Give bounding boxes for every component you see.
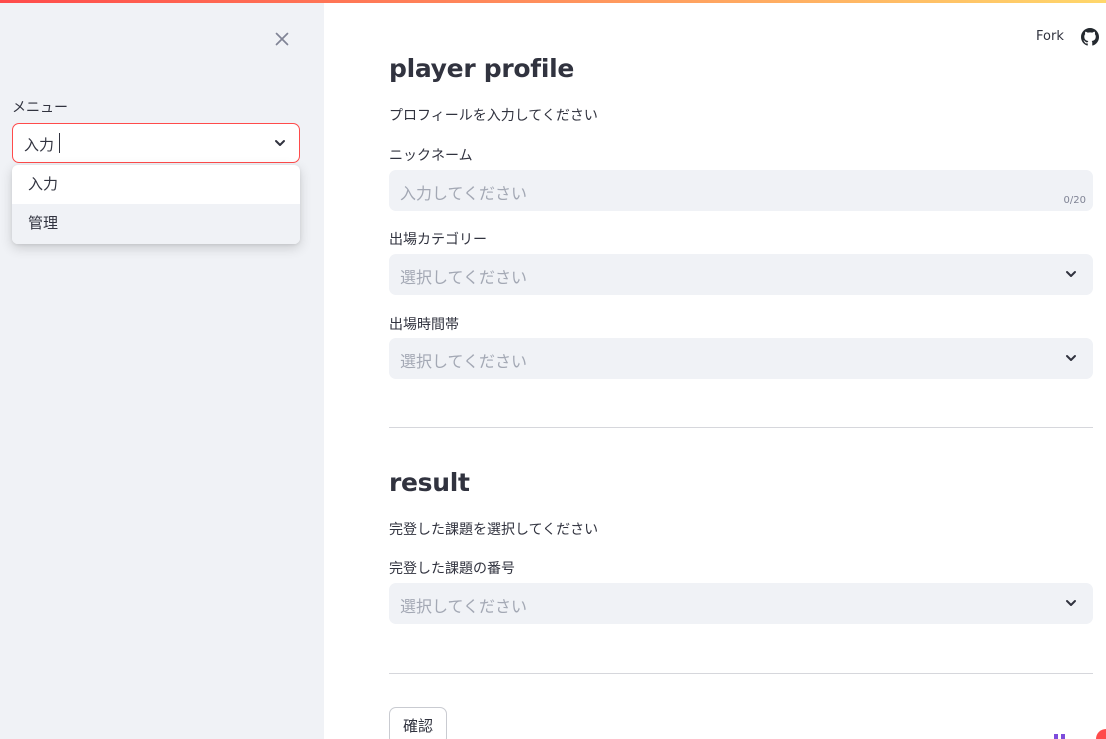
timeslot-placeholder: 選択してください [400, 352, 528, 371]
chevron-down-icon [1066, 600, 1076, 606]
problem-number-placeholder: 選択してください [400, 597, 528, 616]
dropdown-option-input[interactable]: 入力 [12, 165, 300, 205]
nickname-char-counter: 0/20 [1063, 195, 1086, 206]
result-subtitle: 完登した課題を選択してください [389, 522, 599, 538]
category-label: 出場カテゴリー [389, 232, 487, 248]
close-sidebar-button[interactable] [270, 27, 294, 51]
app-status-badge [1096, 729, 1106, 739]
menu-label: メニュー [12, 100, 68, 116]
menu-select-value[interactable]: 入力 [24, 134, 54, 155]
confirm-button[interactable]: 確認 [389, 707, 447, 739]
problem-number-select[interactable]: 選択してください [389, 583, 1093, 624]
section-divider [389, 673, 1093, 674]
profile-heading: player profile [389, 54, 575, 83]
category-select[interactable]: 選択してください [389, 254, 1093, 295]
chevron-down-icon [1066, 271, 1076, 277]
github-icon[interactable] [1081, 28, 1099, 46]
category-placeholder: 選択してください [400, 268, 528, 287]
problem-number-label: 完登した課題の番号 [389, 561, 515, 577]
timeslot-label: 出場時間帯 [389, 317, 459, 333]
status-icon [1054, 734, 1065, 739]
text-caret [59, 133, 60, 153]
close-icon [275, 32, 289, 46]
result-heading: result [389, 468, 470, 497]
menu-select[interactable]: 入力 [12, 123, 300, 163]
sidebar: メニュー 入力 入力 管理 [0, 0, 324, 739]
menu-dropdown: 入力 管理 [12, 165, 300, 244]
chevron-down-icon [275, 140, 285, 146]
dropdown-option-admin[interactable]: 管理 [12, 204, 300, 244]
timeslot-select[interactable]: 選択してください [389, 338, 1093, 379]
nickname-input[interactable]: 入力してください 0/20 [389, 170, 1093, 211]
section-divider [389, 427, 1093, 428]
profile-subtitle: プロフィールを入力してください [389, 108, 598, 124]
chevron-down-icon [1066, 355, 1076, 361]
top-decoration-bar [0, 0, 1106, 3]
nickname-label: ニックネーム [389, 148, 473, 164]
fork-link[interactable]: Fork [1036, 29, 1064, 44]
nickname-placeholder: 入力してください [400, 184, 528, 203]
